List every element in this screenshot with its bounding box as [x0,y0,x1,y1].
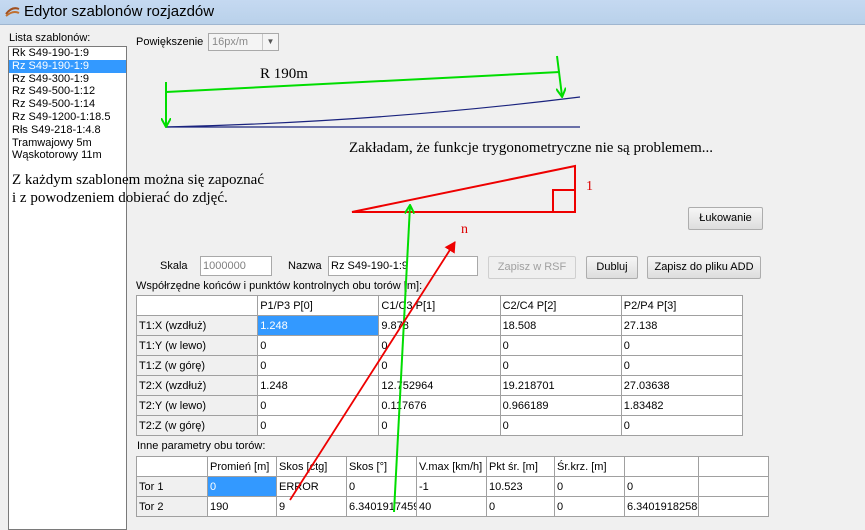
drawing-overlay [0,55,581,513]
red-arrow [289,241,456,501]
radius-arrow [166,55,562,126]
angle-triangle [351,164,576,213]
track-preview [165,96,581,128]
green-arrow [393,206,410,513]
